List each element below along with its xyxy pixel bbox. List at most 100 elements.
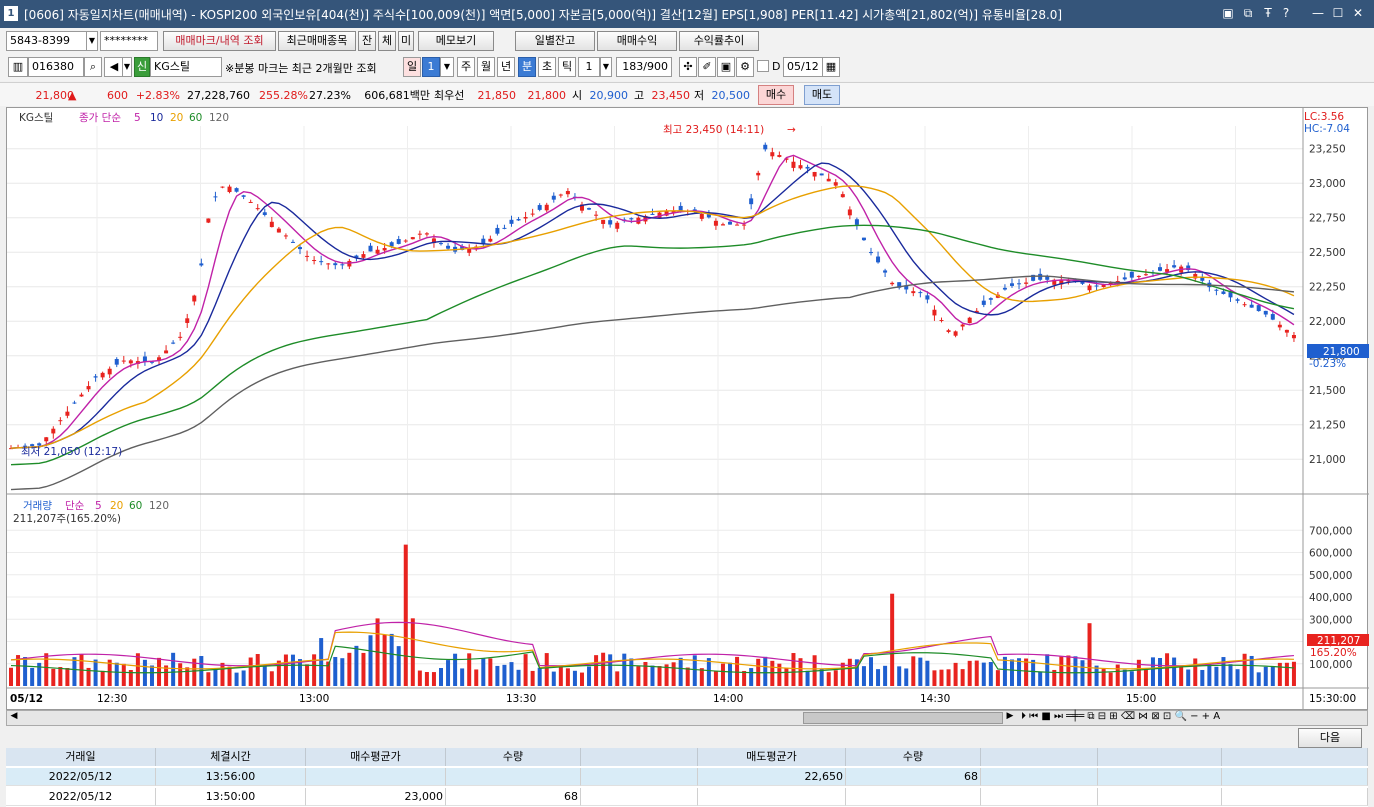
layout-icon[interactable]: ▥ bbox=[8, 57, 28, 77]
crosshair-icon[interactable]: ✣ bbox=[679, 57, 697, 77]
column-header[interactable]: 체결시간 bbox=[156, 748, 306, 766]
period-second-button[interactable]: 초 bbox=[538, 57, 556, 77]
table-cell[interactable] bbox=[1098, 768, 1222, 786]
table-cell[interactable] bbox=[1222, 768, 1368, 786]
help-icon[interactable]: ? bbox=[1278, 5, 1294, 21]
date-checkbox[interactable] bbox=[757, 60, 769, 72]
table-cell[interactable]: 22,650 bbox=[698, 768, 846, 786]
sell-button[interactable]: 매도 bbox=[804, 85, 840, 105]
column-header[interactable] bbox=[581, 748, 698, 766]
unexecuted-button[interactable]: 미 bbox=[398, 31, 414, 51]
column-header[interactable]: 수량 bbox=[846, 748, 981, 766]
table-cell[interactable] bbox=[581, 788, 698, 806]
volume-bar bbox=[227, 666, 232, 686]
candle-body bbox=[981, 300, 986, 305]
table-cell[interactable] bbox=[1222, 788, 1368, 806]
scroll-right-icon[interactable]: ▶ bbox=[1003, 711, 1017, 725]
candle-body bbox=[988, 298, 993, 300]
playback-controls[interactable]: ⏵ ⏮ ■ ⏭ ═╪═ ⧉ ⊟ ⊞ ⌫ ⋈ ⊠ ⊡ 🔍 − + A bbox=[1021, 711, 1220, 722]
column-header[interactable] bbox=[1098, 748, 1222, 766]
stock-code-input[interactable]: 016380 bbox=[28, 57, 84, 77]
tick-value-input[interactable]: 1 bbox=[578, 57, 600, 77]
account-select[interactable]: 5843-8399 bbox=[6, 31, 98, 51]
table-cell[interactable] bbox=[981, 768, 1098, 786]
table-cell[interactable]: 13:56:00 bbox=[156, 768, 306, 786]
table-cell[interactable]: 13:50:00 bbox=[156, 788, 306, 806]
candle-body bbox=[678, 205, 683, 211]
column-header[interactable] bbox=[981, 748, 1098, 766]
column-header[interactable]: 거래일 bbox=[6, 748, 156, 766]
table-cell[interactable] bbox=[446, 768, 581, 786]
candle-body bbox=[79, 394, 84, 397]
stock-name-field[interactable]: KG스틸 bbox=[150, 57, 222, 77]
table-cell[interactable]: 2022/05/12 bbox=[6, 788, 156, 806]
return-trend-button[interactable]: 수익률추이 bbox=[679, 31, 759, 51]
candle-body bbox=[333, 263, 338, 266]
chart-area[interactable]: → KG스틸 종가 단순 5 10 20 60 120 LC:3.56 HC:-… bbox=[6, 107, 1369, 711]
volume-tick-label: 300,000 bbox=[1309, 614, 1352, 626]
chevron-down-icon[interactable]: ▼ bbox=[122, 57, 132, 77]
table-cell[interactable]: 68 bbox=[846, 768, 981, 786]
candle-body bbox=[1214, 289, 1219, 291]
memo-view-button[interactable]: 메모보기 bbox=[418, 31, 494, 51]
calendar-icon[interactable]: ▦ bbox=[822, 57, 840, 77]
password-field[interactable]: ******** bbox=[100, 31, 158, 51]
period-minute-button[interactable]: 분 bbox=[518, 57, 536, 77]
gear-icon[interactable]: ⚙ bbox=[736, 57, 754, 77]
period-year-button[interactable]: 년 bbox=[497, 57, 515, 77]
buy-button[interactable]: 매수 bbox=[758, 85, 794, 105]
volume-bar bbox=[713, 671, 718, 686]
daily-balance-button[interactable]: 일별잔고 bbox=[515, 31, 595, 51]
column-header[interactable]: 매도평균가 bbox=[698, 748, 846, 766]
column-header[interactable]: 매수평균가 bbox=[306, 748, 446, 766]
candle-body bbox=[213, 196, 218, 198]
next-button[interactable]: 다음 bbox=[1298, 728, 1362, 748]
table-cell[interactable]: 68 bbox=[446, 788, 581, 806]
date-input[interactable]: 05/12 bbox=[783, 57, 823, 77]
period-month-button[interactable]: 월 bbox=[477, 57, 495, 77]
period-week-button[interactable]: 주 bbox=[457, 57, 475, 77]
table-cell[interactable] bbox=[581, 768, 698, 786]
candle-body bbox=[1277, 324, 1282, 328]
restore-icon[interactable]: ▣ bbox=[1220, 5, 1236, 21]
candle-body bbox=[1017, 283, 1022, 285]
pin-icon[interactable]: Ŧ bbox=[1260, 5, 1276, 21]
search-icon[interactable]: ⌕ bbox=[84, 57, 102, 77]
column-header[interactable]: 수량 bbox=[446, 748, 581, 766]
column-header[interactable] bbox=[1222, 748, 1368, 766]
recent-trades-button[interactable]: 최근매매종목 bbox=[278, 31, 356, 51]
draw-tool-icon[interactable]: ✐ bbox=[698, 57, 716, 77]
table-cell[interactable] bbox=[846, 788, 981, 806]
table-cell[interactable] bbox=[1098, 788, 1222, 806]
maximize-icon[interactable]: ☐ bbox=[1330, 5, 1346, 21]
scroll-thumb[interactable] bbox=[803, 712, 1003, 724]
chevron-down-icon[interactable]: ▼ bbox=[600, 57, 612, 77]
data-count-field[interactable]: 183/900 bbox=[616, 57, 672, 77]
price-volume-chart[interactable]: → KG스틸 종가 단순 5 10 20 60 120 LC:3.56 HC:-… bbox=[7, 108, 1369, 711]
chevron-down-icon[interactable]: ▼ bbox=[86, 31, 98, 51]
balance-button[interactable]: 잔 bbox=[358, 31, 376, 51]
close-icon[interactable]: ✕ bbox=[1350, 5, 1366, 21]
scroll-left-icon[interactable]: ◀ bbox=[7, 711, 21, 725]
trade-profit-button[interactable]: 매매수익 bbox=[597, 31, 677, 51]
trade-mark-lookup-button[interactable]: 매매마크/내역 조회 bbox=[163, 31, 276, 51]
speaker-icon[interactable]: ◀ bbox=[104, 57, 124, 77]
volume-bar bbox=[622, 653, 627, 686]
open-label: 시 bbox=[572, 89, 583, 102]
candle-body bbox=[439, 243, 443, 245]
table-cell[interactable] bbox=[698, 788, 846, 806]
table-cell[interactable] bbox=[306, 768, 446, 786]
period-value-input[interactable]: 1 bbox=[422, 57, 440, 77]
volume-bar bbox=[171, 652, 176, 686]
executed-button[interactable]: 체 bbox=[378, 31, 396, 51]
chevron-down-icon[interactable]: ▼ bbox=[440, 57, 454, 77]
table-cell[interactable]: 23,000 bbox=[306, 788, 446, 806]
table-cell[interactable] bbox=[981, 788, 1098, 806]
table-cell[interactable]: 2022/05/12 bbox=[6, 768, 156, 786]
save-icon[interactable]: ▣ bbox=[717, 57, 735, 77]
period-day-button[interactable]: 일 bbox=[403, 57, 421, 77]
minimize-icon[interactable]: — bbox=[1310, 5, 1326, 21]
period-tick-button[interactable]: 틱 bbox=[558, 57, 576, 77]
copy-window-icon[interactable]: ⧉ bbox=[1240, 5, 1256, 21]
chart-scrollbar[interactable]: ◀ ▶ ⏵ ⏮ ■ ⏭ ═╪═ ⧉ ⊟ ⊞ ⌫ ⋈ ⊠ ⊡ 🔍 − + A bbox=[6, 710, 1368, 726]
